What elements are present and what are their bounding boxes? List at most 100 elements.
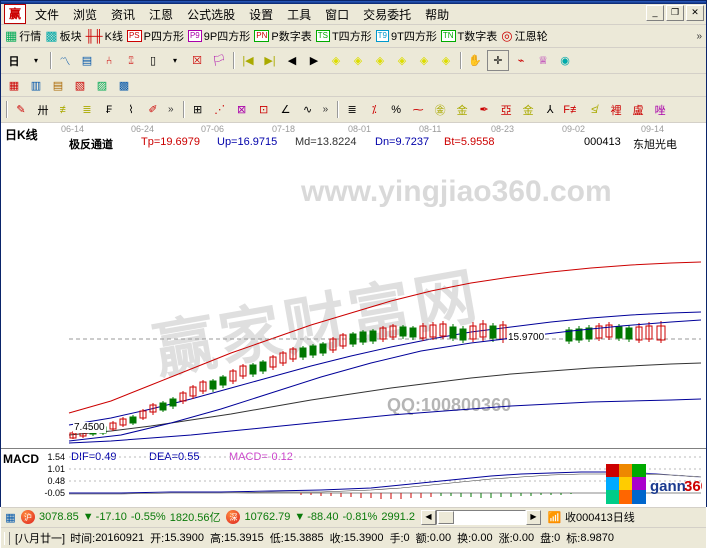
menu-item-tools[interactable]: 工具 <box>280 5 318 24</box>
zoom-diamond-6-icon[interactable]: ◈ <box>436 51 456 70</box>
toolbar-overflow-1[interactable]: » <box>696 31 702 42</box>
gold-circle-icon[interactable]: ㊎ <box>430 100 450 119</box>
p-numtable-button[interactable]: PN P数字表 <box>253 27 312 46</box>
prev-icon[interactable]: ◀ <box>282 51 302 70</box>
scroll-right-button[interactable]: ▶ <box>525 509 541 525</box>
zoom-diamond-1-icon[interactable]: ◈ <box>326 51 346 70</box>
next-icon[interactable]: ▶ <box>304 51 324 70</box>
percent-icon[interactable]: % <box>386 100 406 119</box>
arc-ladder-icon[interactable]: 亞 <box>496 100 516 119</box>
brain-icon[interactable]: ◉ <box>555 51 575 70</box>
pencil-icon[interactable]: ✎ <box>11 100 31 119</box>
box-fan2-icon[interactable]: ⊡ <box>254 100 274 119</box>
toolbar-overflow-2[interactable]: » <box>168 104 174 115</box>
box-fan-icon[interactable]: ⊠ <box>232 100 252 119</box>
zoom-diamond-5-icon[interactable]: ◈ <box>414 51 434 70</box>
gann-grid-gold-icon[interactable]: ≢ <box>55 100 75 119</box>
multi-fan-icon[interactable]: 唑 <box>650 100 670 119</box>
last-page-icon[interactable]: ▶| <box>260 51 280 70</box>
period-day-button[interactable]: 日 <box>4 51 24 70</box>
menu-item-help[interactable]: 帮助 <box>418 5 456 24</box>
notes-icon[interactable]: ▤ <box>48 76 68 95</box>
calendar-icon[interactable]: ▦ <box>4 76 24 95</box>
percent-fan-icon[interactable]: ⁒ <box>364 100 384 119</box>
ladder-icon[interactable]: ≣ <box>342 100 362 119</box>
menu-item-window[interactable]: 窗口 <box>318 5 356 24</box>
sector-button[interactable]: ▩ 板块 <box>44 27 82 46</box>
copy-icon[interactable]: ▨ <box>92 76 112 95</box>
p9-square-button[interactable]: P9 9P四方形 <box>187 27 251 46</box>
ink-pen-icon[interactable]: ✒ <box>474 100 494 119</box>
toolbar-overflow-3[interactable]: » <box>323 104 329 115</box>
macd-histogram <box>300 493 432 499</box>
zoom-diamond-3-icon[interactable]: ◈ <box>370 51 390 70</box>
zigzag-icon[interactable]: ∿ <box>298 100 318 119</box>
f-ladder-icon[interactable]: F≢ <box>562 100 582 119</box>
p-square-button[interactable]: PS P四方形 <box>126 27 185 46</box>
t9-square-button[interactable]: T9 9T四方形 <box>375 27 438 46</box>
spiral-icon[interactable]: ⌇ <box>121 100 141 119</box>
report-icon[interactable]: ▤ <box>77 51 97 70</box>
percent-ladder-icon[interactable]: ⁓ <box>408 100 428 119</box>
resize-grip[interactable] <box>4 531 10 545</box>
print-icon[interactable]: ▩ <box>114 76 134 95</box>
toolbar-separator-6 <box>337 101 339 118</box>
fan-grid-icon[interactable]: 卅 <box>33 100 53 119</box>
scroll-thumb[interactable] <box>437 510 454 524</box>
picture-icon[interactable]: ▧ <box>70 76 90 95</box>
market-status-bar: ▦ 沪 3078.85 ▼ -17.10 -0.55% 1820.56亿 深 1… <box>1 506 706 527</box>
resistance-fan-icon[interactable]: 盧 <box>628 100 648 119</box>
gann-wheel-button[interactable]: ◎ 江恩轮 <box>500 27 548 46</box>
kline-button[interactable]: ╫╫ K线 <box>85 27 124 46</box>
menu-item-settings[interactable]: 设置 <box>242 5 280 24</box>
maximize-button[interactable]: ❐ <box>666 5 684 21</box>
chart-canvas <box>68 261 702 444</box>
crosshair-icon[interactable]: ✛ <box>487 50 509 71</box>
market-grid-icon[interactable]: ▦ <box>3 510 18 525</box>
first-page-icon[interactable]: |◀ <box>238 51 258 70</box>
menu-item-gann[interactable]: 江恩 <box>142 5 180 24</box>
t9-icon: T9 <box>375 30 390 42</box>
crown-icon[interactable]: ♕ <box>533 51 553 70</box>
speed-lines-icon[interactable]: 裡 <box>606 100 626 119</box>
scroll-left-button[interactable]: ◀ <box>420 509 436 525</box>
minimize-button[interactable]: _ <box>646 5 664 21</box>
pan-hand-icon[interactable]: ✋ <box>465 51 485 70</box>
f-grid-icon[interactable]: ₣ <box>99 100 119 119</box>
chart-style-button[interactable]: 〽 <box>55 51 75 70</box>
gold-ladder2-icon[interactable]: 金 <box>518 100 538 119</box>
rect-tool-icon[interactable]: ⊞ <box>188 100 208 119</box>
scroll-track[interactable] <box>435 509 526 525</box>
menu-item-browse[interactable]: 浏览 <box>66 5 104 24</box>
chart-area[interactable]: www.yingjiao360.com 赢家财富网 QQ:100800360 日… <box>1 123 706 448</box>
quote-button[interactable]: ▦ 行情 <box>4 27 42 46</box>
gann-grid-gold2-icon[interactable]: ≣ <box>77 100 97 119</box>
candle-width-icon[interactable]: ▯ <box>143 51 163 70</box>
macd-panel[interactable]: MACD 1.54 1.01 0.48 -0.05 DIF=0.49 DEA=0… <box>1 448 706 506</box>
period-dropdown-icon[interactable]: ▾ <box>26 51 46 70</box>
flag-icon[interactable]: 🏳 <box>209 51 229 70</box>
zoom-diamond-4-icon[interactable]: ◈ <box>392 51 412 70</box>
status-scrollbar[interactable]: ◀ ▶ <box>420 509 541 525</box>
t-numtable-button[interactable]: TN T数字表 <box>440 27 498 46</box>
menu-item-trade[interactable]: 交易委托 <box>356 5 418 24</box>
candle-width-dropdown-icon[interactable]: ▾ <box>165 51 185 70</box>
zoom-diamond-2-icon[interactable]: ◈ <box>348 51 368 70</box>
close-button[interactable]: ✕ <box>686 5 704 21</box>
calculator-icon[interactable]: ▥ <box>26 76 46 95</box>
ma3-icon[interactable]: ⑃ <box>99 51 119 70</box>
t-square-button[interactable]: TS T四方形 <box>315 27 373 46</box>
cross-ladder-icon[interactable]: ⅄ <box>540 100 560 119</box>
angle-icon[interactable]: ∠ <box>276 100 296 119</box>
menu-item-formula-screen[interactable]: 公式选股 <box>180 5 242 24</box>
pen-measure-icon[interactable]: ✐ <box>143 100 163 119</box>
gold-ladder-icon[interactable]: 金 <box>452 100 472 119</box>
fan-lines-icon[interactable]: ⋰ <box>210 100 230 119</box>
draw-line-icon[interactable]: ⌁ <box>511 51 531 70</box>
overlay-icon[interactable]: ☒ <box>187 51 207 70</box>
ma9-icon[interactable]: ⑄ <box>121 51 141 70</box>
menu-item-news[interactable]: 资讯 <box>104 5 142 24</box>
sz-change-value: -88.40 <box>307 511 339 523</box>
menu-item-file[interactable]: 文件 <box>28 5 66 24</box>
gold-lines-icon[interactable]: ≰ <box>584 100 604 119</box>
